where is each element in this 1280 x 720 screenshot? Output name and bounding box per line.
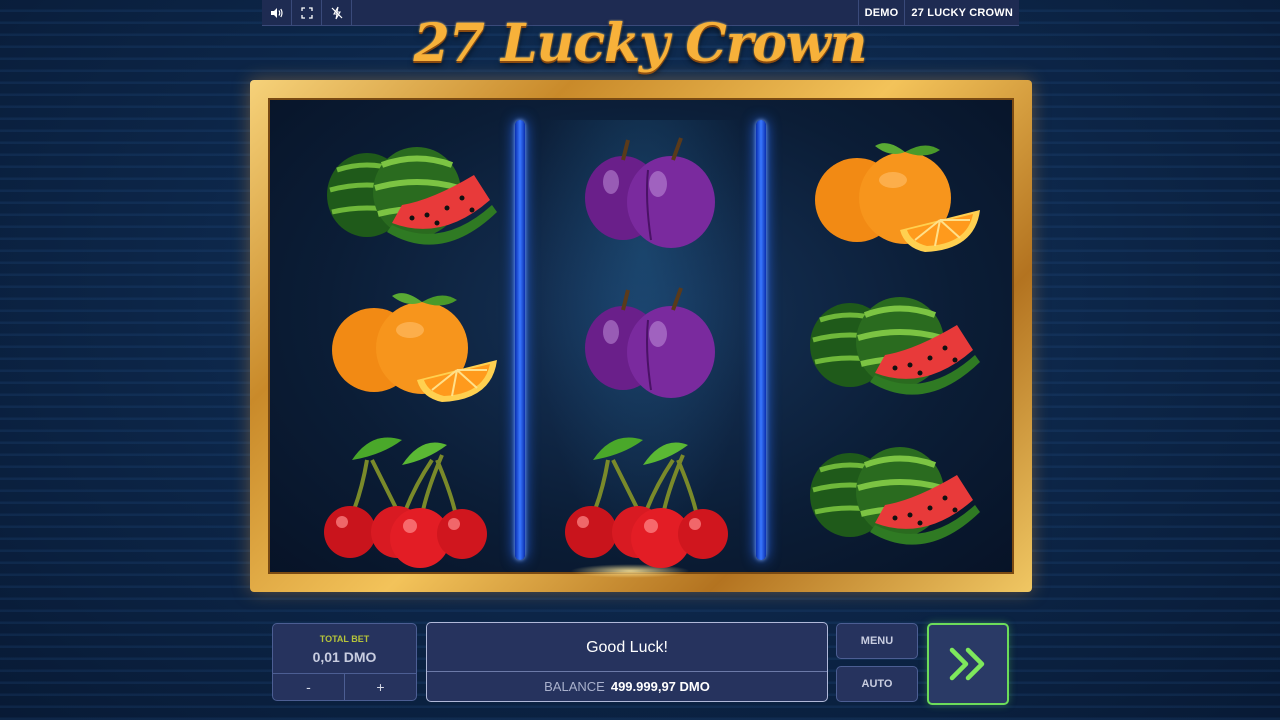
reels-frame <box>250 80 1032 592</box>
decrease-bet-button[interactable]: - <box>273 674 344 700</box>
symbol-watermelon <box>775 420 995 570</box>
message-panel: Good Luck! BALANCE 499.999,97 DMO <box>426 622 828 702</box>
balance-row: BALANCE 499.999,97 DMO <box>427 671 827 701</box>
symbol-orange <box>775 120 995 270</box>
symbol-plums <box>533 120 753 270</box>
reel-divider-right <box>756 120 766 560</box>
bet-adjust-buttons: - + <box>273 673 416 700</box>
game-title: 27 Lucky Crown <box>413 13 868 74</box>
reels-area <box>268 98 1014 578</box>
spin-button[interactable] <box>927 623 1009 705</box>
menu-button[interactable]: MENU <box>836 623 918 659</box>
total-bet-label: TOTAL BET <box>319 634 370 644</box>
auto-button[interactable]: AUTO <box>836 666 918 702</box>
total-bet-panel: TOTAL BET 0,01 DMO - + <box>272 623 417 701</box>
balance-label: BALANCE <box>544 679 605 694</box>
symbol-orange <box>292 270 512 420</box>
status-message: Good Luck! <box>586 639 668 656</box>
symbol-plums <box>533 270 753 420</box>
symbol-watermelon <box>292 120 512 270</box>
double-chevron-right-icon <box>949 647 985 681</box>
reel-divider-left <box>515 120 525 560</box>
symbol-cherries <box>292 420 512 570</box>
symbol-cherries <box>533 420 753 570</box>
reel-3 <box>775 120 995 570</box>
reel-2 <box>533 120 753 570</box>
balance-value: 499.999,97 DMO <box>610 679 710 694</box>
increase-bet-button[interactable]: + <box>344 674 416 700</box>
reel-1 <box>292 120 512 570</box>
symbol-watermelon <box>775 270 995 420</box>
total-bet-value: 0,01 DMO <box>312 649 377 665</box>
